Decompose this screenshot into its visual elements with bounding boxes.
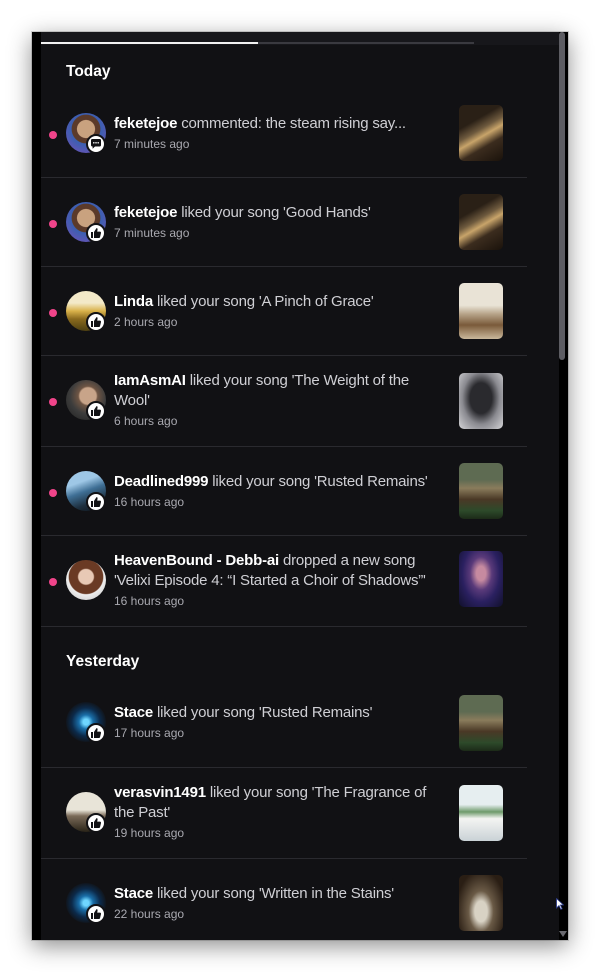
unread-dot <box>49 309 57 317</box>
notification-message: liked your song 'Rusted Remains' <box>157 704 373 721</box>
notification-text: feketejoe liked your song 'Good Hands' 7… <box>114 203 444 241</box>
timestamp: 16 hours ago <box>114 594 185 608</box>
notification-row[interactable]: Linda liked your song 'A Pinch of Grace'… <box>41 267 527 356</box>
timestamp: 7 minutes ago <box>114 226 190 240</box>
timestamp: 22 hours ago <box>114 907 185 921</box>
scrollbar[interactable] <box>559 32 568 940</box>
like-badge <box>86 723 106 743</box>
like-badge <box>86 904 106 924</box>
thumbs-up-icon <box>91 909 102 919</box>
comment-icon <box>91 139 101 149</box>
user-name[interactable]: Linda <box>114 293 153 310</box>
notification-row[interactable]: verasvin1491 liked your song 'The Fragra… <box>41 768 527 859</box>
notification-text: Stace liked your song 'Rusted Remains' 1… <box>114 703 444 741</box>
thumbs-up-icon <box>91 818 102 828</box>
timestamp: 7 minutes ago <box>114 137 190 151</box>
notification-text: Stace liked your song 'Written in the St… <box>114 884 444 922</box>
unread-dot <box>49 578 57 586</box>
notification-row[interactable]: HeavenBound - Debb-ai dropped a new song… <box>41 536 527 627</box>
song-thumbnail[interactable] <box>459 373 503 429</box>
timestamp: 6 hours ago <box>114 414 178 428</box>
like-badge <box>86 492 106 512</box>
notification-text: feketejoe commented: the steam rising sa… <box>114 114 444 152</box>
thumbs-up-icon <box>91 406 102 416</box>
notification-message: commented: the steam rising say... <box>181 115 406 132</box>
scrollbar-thumb[interactable] <box>559 32 565 360</box>
notification-text: HeavenBound - Debb-ai dropped a new song… <box>114 551 449 609</box>
mouse-cursor-icon <box>556 898 564 910</box>
notification-row[interactable]: IamAsmAI liked your song 'The Weight of … <box>41 356 527 447</box>
timestamp: 2 hours ago <box>114 315 178 329</box>
like-badge <box>86 401 106 421</box>
comment-badge <box>86 134 106 154</box>
notification-message: liked your song 'Good Hands' <box>181 204 371 221</box>
timestamp: 17 hours ago <box>114 726 185 740</box>
like-badge <box>86 813 106 833</box>
thumbs-up-icon <box>91 317 102 327</box>
thumbs-up-icon <box>91 497 102 507</box>
notification-row[interactable]: Stace liked your song 'Rusted Remains' 1… <box>41 678 527 768</box>
song-thumbnail[interactable] <box>459 194 503 250</box>
notification-row[interactable]: Deadlined999 liked your song 'Rusted Rem… <box>41 447 527 536</box>
user-name[interactable]: Deadlined999 <box>114 473 209 490</box>
thumbs-up-icon <box>91 228 102 238</box>
unread-dot <box>49 131 57 139</box>
song-thumbnail[interactable] <box>459 551 503 607</box>
song-thumbnail[interactable] <box>459 695 503 751</box>
scroll-down-arrow-icon[interactable] <box>559 931 567 937</box>
user-name[interactable]: verasvin1491 <box>114 784 206 801</box>
section-title-today: Today <box>66 63 111 80</box>
notifications-window: Today feketejoe commented: the steam ris… <box>32 32 568 940</box>
timestamp: 19 hours ago <box>114 826 185 840</box>
notification-message: liked your song 'A Pinch of Grace' <box>156 293 374 310</box>
user-name[interactable]: Stace <box>114 704 153 721</box>
thumbs-up-icon <box>91 728 102 738</box>
user-name[interactable]: Stace <box>114 885 153 902</box>
tab-bar <box>41 32 559 45</box>
notification-text: verasvin1491 liked your song 'The Fragra… <box>114 783 444 841</box>
song-thumbnail[interactable] <box>459 875 503 931</box>
song-thumbnail[interactable] <box>459 283 503 339</box>
song-thumbnail[interactable] <box>459 463 503 519</box>
song-thumbnail[interactable] <box>459 785 503 841</box>
like-badge <box>86 223 106 243</box>
notifications-panel: Today feketejoe commented: the steam ris… <box>41 32 559 940</box>
user-name[interactable]: IamAsmAI <box>114 372 186 389</box>
section-title-yesterday: Yesterday <box>66 653 140 670</box>
user-name[interactable]: feketejoe <box>114 204 177 221</box>
like-badge <box>86 312 106 332</box>
unread-dot <box>49 489 57 497</box>
notification-text: Deadlined999 liked your song 'Rusted Rem… <box>114 472 444 510</box>
notification-row[interactable]: Stace liked your song 'Written in the St… <box>41 859 527 940</box>
timestamp: 16 hours ago <box>114 495 185 509</box>
unread-dot <box>49 398 57 406</box>
unread-dot <box>49 220 57 228</box>
avatar[interactable] <box>66 560 106 600</box>
user-name[interactable]: feketejoe <box>114 115 177 132</box>
user-name[interactable]: HeavenBound - Debb-ai <box>114 552 279 569</box>
notification-row[interactable]: feketejoe liked your song 'Good Hands' 7… <box>41 178 527 267</box>
notification-message: liked your song 'Rusted Remains' <box>212 473 428 490</box>
notification-row[interactable]: feketejoe commented: the steam rising sa… <box>41 89 527 178</box>
song-thumbnail[interactable] <box>459 105 503 161</box>
tab-active-indicator[interactable] <box>41 42 258 44</box>
notification-text: Linda liked your song 'A Pinch of Grace'… <box>114 292 444 330</box>
notification-text: IamAsmAI liked your song 'The Weight of … <box>114 371 444 429</box>
notification-message: liked your song 'Written in the Stains' <box>157 885 394 902</box>
